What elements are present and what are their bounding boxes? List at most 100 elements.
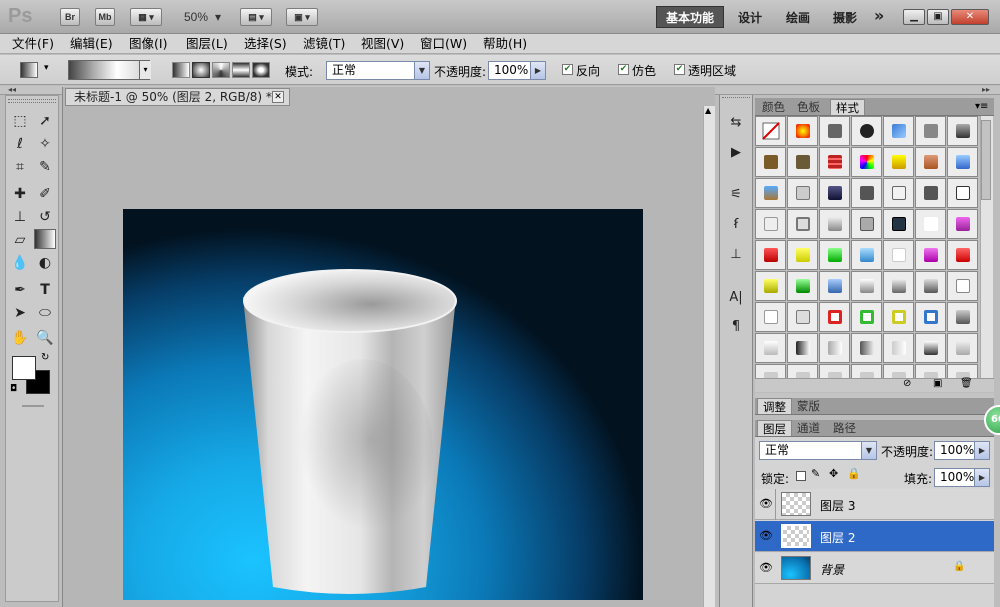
tab-layers[interactable]: 图层 [757, 420, 792, 436]
menu-view[interactable]: 视图(V) [361, 35, 404, 53]
reflected-gradient-icon[interactable] [232, 62, 250, 78]
zoom-tool-icon[interactable]: 🔍 [34, 328, 56, 348]
style-swatch[interactable] [755, 302, 786, 332]
menu-help[interactable]: 帮助(H) [483, 35, 527, 53]
style-swatch[interactable] [883, 302, 914, 332]
style-swatch[interactable] [755, 364, 786, 378]
marquee-tool-icon[interactable]: ⬚ [9, 111, 31, 131]
preset-dropdown-icon[interactable]: ▾ [44, 63, 49, 73]
view-extras-button[interactable]: ▦ ▾ [130, 8, 162, 26]
layer-name[interactable]: 背景 [820, 561, 844, 578]
style-swatch[interactable] [915, 209, 946, 239]
style-swatch[interactable] [819, 116, 850, 146]
workspace-photography[interactable]: 摄影 [833, 9, 857, 26]
lasso-tool-icon[interactable]: ℓ [9, 134, 31, 154]
menu-window[interactable]: 窗口(W) [420, 35, 467, 53]
foreground-color-swatch[interactable] [12, 356, 36, 380]
dodge-tool-icon[interactable]: ◐ [34, 253, 56, 273]
swap-colors-icon[interactable]: ↻ [41, 352, 49, 363]
gradient-tool-icon[interactable] [34, 229, 56, 249]
default-colors-icon[interactable]: ◘ [10, 384, 17, 394]
icon-strip-grip[interactable] [722, 97, 750, 101]
crop-tool-icon[interactable]: ⌗ [9, 157, 31, 177]
style-swatch[interactable] [947, 271, 978, 301]
healing-brush-tool-icon[interactable]: ✚ [9, 184, 31, 204]
workspace-painting[interactable]: 绘画 [786, 9, 810, 26]
style-swatch[interactable] [755, 240, 786, 270]
zoom-dropdown-icon[interactable]: ▾ [215, 10, 221, 24]
arrange-documents-button[interactable]: ▤ ▾ [240, 8, 272, 26]
style-swatch[interactable] [755, 209, 786, 239]
layer-row-background[interactable]: 👁 背景 🔒 [755, 553, 994, 584]
style-swatch[interactable] [947, 116, 978, 146]
vertical-scrollbar[interactable] [703, 106, 715, 607]
menu-edit[interactable]: 编辑(E) [70, 35, 113, 53]
style-swatch[interactable] [915, 116, 946, 146]
document-tab[interactable]: 未标题-1 @ 50% (图层 2, RGB/8) * [65, 88, 290, 106]
style-swatch[interactable] [755, 333, 786, 363]
clear-style-icon[interactable]: ⊘ [903, 378, 911, 389]
workspace-essentials[interactable]: 基本功能 [656, 6, 724, 28]
style-swatch[interactable] [915, 240, 946, 270]
style-swatch[interactable] [787, 364, 818, 378]
style-swatch[interactable] [883, 178, 914, 208]
lock-position-icon[interactable]: ✥ [829, 467, 838, 480]
transparency-checkbox[interactable]: ✔ [674, 64, 685, 75]
style-swatch[interactable] [915, 147, 946, 177]
history-brush-tool-icon[interactable]: ↺ [34, 207, 56, 227]
delete-style-icon[interactable]: 🗑 [960, 378, 973, 389]
dither-checkbox[interactable]: ✔ [618, 64, 629, 75]
menu-file[interactable]: 文件(F) [12, 35, 54, 53]
style-swatch[interactable] [819, 209, 850, 239]
style-swatch[interactable] [851, 209, 882, 239]
style-swatch[interactable] [883, 209, 914, 239]
style-swatch[interactable] [883, 364, 914, 378]
style-swatch[interactable] [947, 333, 978, 363]
style-swatch[interactable] [947, 209, 978, 239]
style-swatch[interactable] [787, 271, 818, 301]
clone-source-panel-icon[interactable]: ⊥ [724, 244, 748, 266]
angle-gradient-icon[interactable] [212, 62, 230, 78]
style-swatch[interactable] [819, 364, 850, 378]
menu-select[interactable]: 选择(S) [244, 35, 287, 53]
lock-image-icon[interactable]: ✎ [811, 467, 820, 480]
layer-name[interactable]: 图层 2 [820, 529, 855, 546]
actions-panel-icon[interactable]: ▶ [724, 142, 748, 164]
close-button[interactable]: ✕ [951, 9, 989, 25]
tab-close-icon[interactable]: ✕ [272, 91, 284, 103]
style-swatch[interactable] [787, 147, 818, 177]
style-swatch[interactable] [947, 302, 978, 332]
blend-mode-select[interactable]: 正常 [759, 441, 877, 460]
zoom-level[interactable]: 50% [184, 10, 208, 24]
style-swatch[interactable] [883, 333, 914, 363]
brush-presets-panel-icon[interactable]: ⚟ [724, 184, 748, 206]
style-swatch[interactable] [915, 178, 946, 208]
style-swatch[interactable] [787, 178, 818, 208]
style-swatch[interactable] [787, 240, 818, 270]
layer-row-3[interactable]: 👁 图层 3 [755, 489, 994, 520]
style-swatch[interactable] [915, 333, 946, 363]
hand-tool-icon[interactable]: ✋ [9, 328, 31, 348]
tab-paths[interactable]: 路径 [828, 420, 861, 436]
toolbox-grip[interactable] [8, 99, 56, 103]
layer-row-2[interactable]: 👁 图层 2 [755, 521, 994, 552]
style-swatch[interactable] [819, 240, 850, 270]
layer-name[interactable]: 图层 3 [820, 497, 855, 514]
style-swatch[interactable] [947, 178, 978, 208]
blur-tool-icon[interactable]: 💧 [9, 253, 31, 273]
minimize-button[interactable]: ▁ [903, 9, 925, 25]
style-swatch[interactable] [755, 147, 786, 177]
history-panel-icon[interactable]: ⇆ [724, 112, 748, 134]
lock-transparent-icon[interactable] [796, 471, 806, 481]
layer-opacity-arrow-icon[interactable]: ▶ [974, 442, 989, 459]
brush-tool-icon[interactable]: ✐ [34, 184, 56, 204]
style-swatch[interactable] [883, 116, 914, 146]
radial-gradient-icon[interactable] [192, 62, 210, 78]
menu-layer[interactable]: 图层(L) [186, 35, 228, 53]
style-swatch[interactable] [915, 302, 946, 332]
styles-panel-menu-icon[interactable]: ▾≡ [975, 101, 988, 112]
visibility-eye-icon[interactable]: 👁 [758, 528, 774, 544]
style-swatch[interactable] [819, 147, 850, 177]
style-swatch[interactable] [787, 302, 818, 332]
style-swatch[interactable] [915, 364, 946, 378]
